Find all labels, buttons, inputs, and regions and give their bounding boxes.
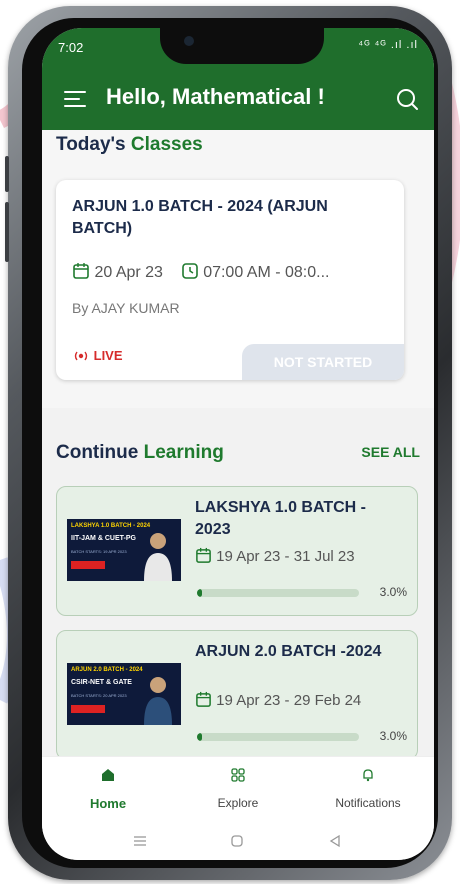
status-time: 7:02 (58, 40, 84, 55)
nav-notifications[interactable]: Notifications (308, 767, 428, 810)
bottom-navigation: Home Explore Notifications (42, 756, 434, 823)
progress-label: 3.0% (379, 729, 407, 743)
class-instructor: By AJAY KUMAR (72, 300, 180, 316)
todays-title-part1: Today's (56, 134, 126, 155)
nav-explore[interactable]: Explore (178, 767, 298, 810)
batch-thumbnail: ARJUN 2.0 BATCH - 2024 CSIR-NET & GATE B… (67, 663, 181, 725)
see-all-link[interactable]: SEE ALL (361, 444, 420, 460)
calendar-icon (196, 691, 211, 707)
volume-button (5, 156, 9, 192)
progress-fill (197, 589, 202, 597)
nav-home-label: Home (89, 796, 127, 811)
grid-icon (231, 768, 245, 782)
system-navigation-bar (42, 822, 434, 860)
batch-title: ARJUN 2.0 BATCH -2024 (195, 643, 382, 660)
instructor-photo (144, 533, 172, 581)
thumb-enroll-tag (71, 561, 105, 569)
thumb-line3: BATCH STARTS: 20 APR 2023 (71, 693, 127, 698)
progress-fill (197, 733, 202, 741)
bell-icon (363, 769, 373, 782)
instructor-photo (144, 677, 172, 725)
back-icon[interactable] (328, 834, 342, 848)
continue-learning-title: Continue Learning (56, 442, 224, 464)
class-title: ARJUN 1.0 BATCH - 2024 (ARJUN BATCH) (72, 198, 328, 237)
app-screen: 7:02 ⁴ᴳ ⁴ᴳ .ıl .ıl Hello, Mathematical !… (42, 28, 434, 860)
continue-title-part2: Learning (138, 442, 224, 463)
batch-dates: 19 Apr 23 - 31 Jul 23 (195, 547, 355, 565)
recent-apps-icon[interactable] (132, 834, 148, 848)
front-camera (184, 36, 194, 46)
class-schedule: 20 Apr 23 07:00 AM - 08:0... (72, 262, 329, 282)
live-indicator: LIVE (72, 348, 123, 363)
class-status-badge: NOT STARTED (242, 344, 404, 380)
batch-title: LAKSHYA 1.0 BATCH - 2023 (195, 499, 366, 538)
menu-icon[interactable] (64, 91, 86, 109)
class-date: 20 Apr 23 (94, 264, 163, 281)
live-broadcast-icon (74, 351, 88, 361)
batch-card[interactable]: LAKSHYA 1.0 BATCH - 2024 IIT-JAM & CUET-… (56, 486, 418, 616)
class-time: 07:00 AM - 08:0... (203, 264, 330, 281)
search-icon[interactable] (394, 86, 420, 112)
greeting-title: Hello, Mathematical ! (106, 84, 325, 109)
batch-thumbnail: LAKSHYA 1.0 BATCH - 2024 IIT-JAM & CUET-… (67, 519, 181, 581)
volume-button-2 (5, 202, 9, 262)
app-header: Hello, Mathematical ! (42, 70, 434, 130)
thumb-line1: ARJUN 2.0 BATCH - 2024 (71, 667, 143, 673)
progress-bar (197, 589, 359, 597)
continue-title-part1: Continue (56, 442, 139, 463)
calendar-icon (73, 263, 89, 279)
thumb-enroll-tag (71, 705, 105, 713)
status-bar: 7:02 ⁴ᴳ ⁴ᴳ .ıl .ıl (42, 28, 434, 70)
progress-label: 3.0% (379, 585, 407, 599)
nav-notifications-label: Notifications (335, 796, 401, 810)
class-card[interactable]: ARJUN 1.0 BATCH - 2024 (ARJUN BATCH) 20 … (56, 180, 404, 380)
clock-icon (181, 263, 198, 279)
thumb-line2: IIT-JAM & CUET-PG (71, 535, 136, 542)
calendar-icon (196, 547, 211, 563)
thumb-line2: CSIR-NET & GATE (71, 679, 132, 686)
batch-date-range: 19 Apr 23 - 29 Feb 24 (216, 692, 362, 709)
home-button-icon[interactable] (230, 834, 244, 848)
batch-dates: 19 Apr 23 - 29 Feb 24 (195, 691, 361, 709)
nav-home[interactable]: Home (48, 767, 168, 811)
home-icon (102, 769, 114, 781)
thumb-line1: LAKSHYA 1.0 BATCH - 2024 (71, 523, 151, 529)
batch-date-range: 19 Apr 23 - 31 Jul 23 (216, 548, 355, 565)
main-content: Today's Classes ARJUN 1.0 BATCH - 2024 (… (42, 130, 434, 756)
signal-icons: ⁴ᴳ ⁴ᴳ .ıl .ıl (358, 39, 418, 51)
notch (160, 28, 324, 64)
thumb-line3: BATCH STARTS: 19 APR 2023 (71, 549, 127, 554)
live-label: LIVE (93, 348, 123, 363)
batch-card[interactable]: ARJUN 2.0 BATCH - 2024 CSIR-NET & GATE B… (56, 630, 418, 756)
todays-title-part2: Classes (125, 134, 203, 155)
todays-classes-title: Today's Classes (56, 134, 203, 156)
progress-bar (197, 733, 359, 741)
nav-explore-label: Explore (217, 796, 259, 810)
